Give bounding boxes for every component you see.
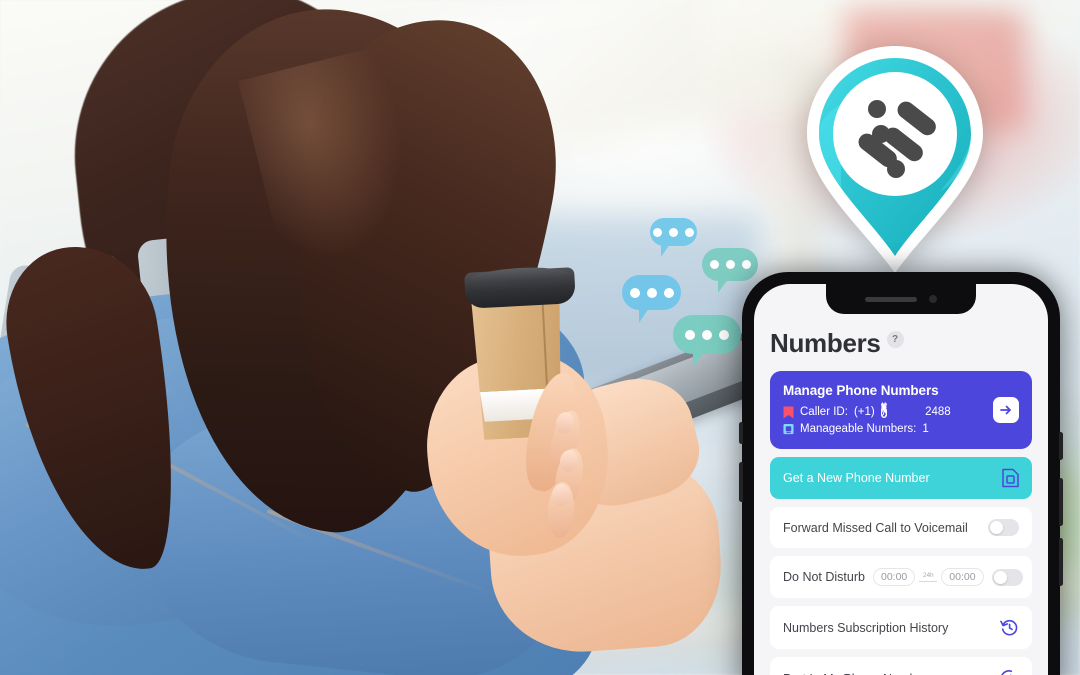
port-in-my-phone-number-row[interactable]: Port In My Phone Number bbox=[770, 657, 1032, 675]
chat-bubble-4 bbox=[673, 315, 741, 368]
history-clock-icon bbox=[1000, 620, 1018, 636]
manageable-numbers-icon bbox=[783, 423, 794, 434]
numbers-app: Numbers ? Manage Phone Numbers Caller ID… bbox=[754, 284, 1048, 675]
phone-mute-switch[interactable] bbox=[739, 422, 743, 444]
bubble-dot bbox=[653, 227, 662, 237]
bubble-dot bbox=[725, 260, 735, 269]
hero-image: Numbers ? Manage Phone Numbers Caller ID… bbox=[0, 0, 1080, 675]
bubble-tail bbox=[718, 279, 728, 293]
phone-side-button-mid[interactable] bbox=[1059, 478, 1063, 526]
redaction-scribble bbox=[880, 402, 888, 418]
app-header: Numbers ? bbox=[770, 330, 1032, 356]
manage-phone-numbers-card[interactable]: Manage Phone Numbers Caller ID: (+1) 7 bbox=[770, 371, 1032, 450]
manageable-numbers-count: 1 bbox=[922, 422, 929, 435]
sim-card-icon bbox=[1002, 469, 1019, 488]
bubble-dot bbox=[741, 260, 751, 269]
bubble-tail bbox=[661, 244, 670, 257]
manageable-numbers-row: Manageable Numbers: 1 bbox=[783, 421, 985, 438]
arrow-into-box-icon bbox=[1001, 670, 1013, 675]
bubble-dot bbox=[685, 329, 695, 340]
bubble-dot bbox=[719, 329, 729, 340]
caller-id-redacted: 7 bbox=[880, 402, 888, 421]
manageable-numbers-label: Manageable Numbers: bbox=[800, 422, 917, 435]
phone-screen: Numbers ? Manage Phone Numbers Caller ID… bbox=[754, 284, 1048, 675]
phone-notch bbox=[826, 284, 976, 314]
dnd-end-time-input[interactable]: 00:00 bbox=[941, 568, 984, 587]
bubble-dot bbox=[685, 227, 694, 237]
dnd-start-time-input[interactable]: 00:00 bbox=[872, 568, 916, 587]
bubble-dot bbox=[702, 329, 712, 340]
get-new-phone-number-button[interactable]: Get a New Phone Number bbox=[770, 457, 1032, 500]
forward-missed-call-row[interactable]: Forward Missed Call to Voicemail bbox=[770, 507, 1032, 549]
arrow-right-icon bbox=[1000, 405, 1011, 415]
bubble-dot bbox=[669, 227, 678, 237]
chat-bubble-2 bbox=[702, 248, 758, 293]
manage-card-text: Manage Phone Numbers Caller ID: (+1) 7 bbox=[783, 383, 985, 437]
bubble-dot bbox=[663, 287, 674, 298]
do-not-disturb-row[interactable]: Do Not Disturb 00:00 24h 00:00 bbox=[770, 556, 1032, 599]
caller-id-label: Caller ID: bbox=[800, 406, 848, 418]
map-pin-logo bbox=[800, 42, 990, 277]
dnd-range-separator: 24h bbox=[917, 573, 939, 582]
do-not-disturb-toggle[interactable] bbox=[991, 568, 1023, 586]
forward-missed-call-toggle[interactable] bbox=[988, 519, 1019, 537]
manage-card-title: Manage Phone Numbers bbox=[783, 383, 939, 398]
phone-power-button[interactable] bbox=[1059, 538, 1063, 586]
phone-side-button-small[interactable] bbox=[1059, 432, 1063, 460]
bubble-tail bbox=[693, 352, 704, 368]
dnd-range-label: 24h bbox=[922, 572, 934, 580]
toggle-knob bbox=[990, 521, 1003, 535]
bubble-tail bbox=[639, 308, 649, 323]
forward-missed-call-label: Forward Missed Call to Voicemail bbox=[783, 520, 968, 535]
caller-id-prefix: (+1) bbox=[853, 406, 875, 418]
bubble-dot bbox=[646, 287, 657, 298]
chat-bubble-3 bbox=[622, 275, 681, 323]
phone-volume-buttons[interactable] bbox=[739, 462, 743, 502]
help-badge[interactable]: ? bbox=[886, 331, 904, 348]
bubble-dot bbox=[629, 287, 640, 298]
numbers-subscription-history-label: Numbers Subscription History bbox=[783, 620, 949, 635]
dnd-range-bar bbox=[919, 580, 938, 582]
caller-id-icon bbox=[783, 406, 794, 419]
do-not-disturb-time-range: 00:00 24h 00:00 bbox=[872, 568, 984, 587]
phone-mockup: Numbers ? Manage Phone Numbers Caller ID… bbox=[739, 272, 1063, 675]
get-new-phone-number-label: Get a New Phone Number bbox=[783, 471, 930, 486]
caller-id-row: Caller ID: (+1) 7 2488 bbox=[783, 402, 985, 421]
manage-card-arrow-button[interactable] bbox=[993, 397, 1019, 424]
person-photo bbox=[0, 0, 768, 675]
chat-bubble-1 bbox=[650, 218, 697, 257]
page-title: Numbers bbox=[770, 328, 881, 358]
toggle-knob bbox=[993, 570, 1007, 584]
caller-id-suffix: 2488 bbox=[925, 406, 951, 418]
front-camera-icon bbox=[929, 295, 937, 303]
speaker-grille-icon bbox=[865, 296, 917, 302]
numbers-subscription-history-row[interactable]: Numbers Subscription History bbox=[770, 606, 1032, 650]
do-not-disturb-label: Do Not Disturb bbox=[783, 570, 865, 585]
bubble-dot bbox=[709, 260, 719, 269]
